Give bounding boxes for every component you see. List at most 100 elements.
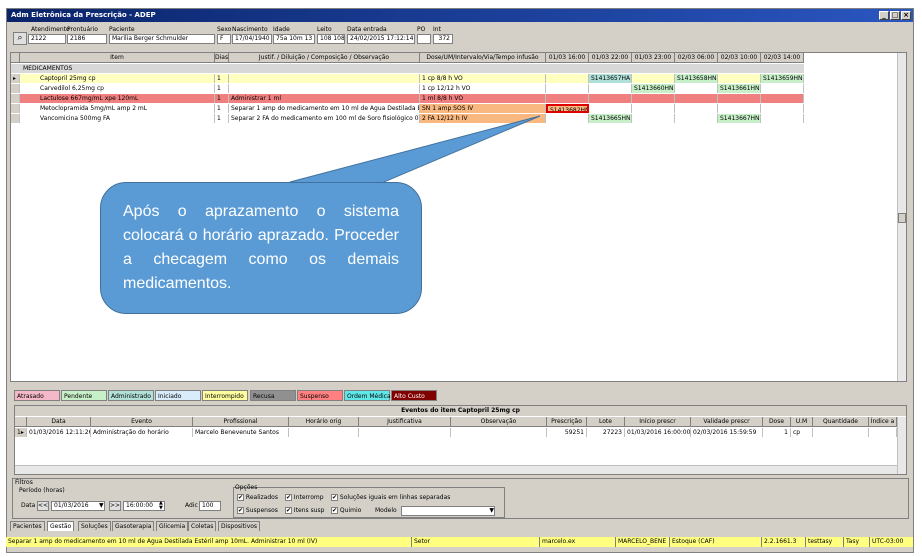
cell-h5[interactable] (718, 74, 761, 83)
data-entrada-field[interactable]: 24/02/2015 17:12:14 (347, 34, 415, 44)
scroll-thumb[interactable] (898, 213, 906, 223)
cell-h4[interactable] (675, 104, 718, 113)
ev-col-observacao[interactable]: Observação (451, 417, 547, 427)
ev-col-quantidade[interactable]: Quantidade (813, 417, 869, 427)
close-button[interactable]: × (901, 11, 911, 20)
int-field[interactable]: 372 (433, 34, 453, 44)
cell-h5[interactable]: S1413667HN (718, 114, 761, 123)
checkbox-solucoes[interactable] (331, 493, 338, 502)
cell-h5[interactable] (718, 94, 761, 103)
tab-gestao[interactable]: Gestão (47, 521, 75, 531)
checkbox-itens-susp[interactable] (285, 506, 292, 515)
paciente-field[interactable]: Marilia Berger Schmulder (109, 34, 215, 44)
option-solucoes[interactable]: Soluções iguais em linhas separadas (331, 493, 450, 502)
ev-col-data[interactable]: Data (27, 417, 91, 427)
date-input[interactable]: 01/03/2016 (51, 501, 105, 511)
cell-h3[interactable] (632, 104, 675, 113)
cell-h2[interactable] (589, 94, 632, 103)
table-row[interactable]: Lactulose 667mg/mL xpe 120mL 1 Administr… (11, 94, 804, 103)
cell-h5[interactable] (718, 104, 761, 113)
col-h2[interactable]: 01/03 22:00 (589, 53, 632, 63)
prev-date-button[interactable]: << (37, 501, 49, 511)
row-selector[interactable] (11, 84, 20, 93)
cell-h6[interactable] (761, 84, 804, 93)
events-horizontal-scrollbar[interactable] (15, 465, 897, 474)
tab-pacientes[interactable]: Pacientes (10, 521, 45, 531)
col-item[interactable]: Item (20, 53, 215, 63)
atendimento-field[interactable]: 2122 (28, 34, 66, 44)
cell-h3[interactable] (632, 114, 675, 123)
tab-gasoterapia[interactable]: Gasoterapia (112, 521, 155, 531)
cell-h2[interactable]: S1413657HA (589, 74, 632, 83)
tab-coletas[interactable]: Coletas (188, 521, 217, 531)
row-selector[interactable] (11, 94, 20, 103)
col-h5[interactable]: 02/03 10:00 (718, 53, 761, 63)
ev-col-prescricao[interactable]: Prescrição (547, 417, 587, 427)
date-dropdown-icon[interactable]: ▼ (99, 502, 104, 509)
leito-field[interactable]: 108 108 (317, 34, 345, 44)
cell-h1[interactable] (546, 74, 589, 83)
cell-h2[interactable]: S1413665HN (589, 114, 632, 123)
maximize-button[interactable]: □ (890, 11, 900, 20)
idade-field[interactable]: 75a 10m 13 (273, 34, 315, 44)
tab-glicemia[interactable]: Glicemia (156, 521, 189, 531)
col-h3[interactable]: 01/03 23:00 (632, 53, 675, 63)
col-h4[interactable]: 02/03 06:00 (675, 53, 718, 63)
adic-input[interactable]: 100 (199, 501, 221, 511)
ev-col-evento[interactable]: Evento (91, 417, 193, 427)
row-selector[interactable] (11, 104, 20, 113)
event-row[interactable]: 1▸ 01/03/2016 12:11:26 Administração do … (15, 428, 897, 437)
option-interromp[interactable]: Interromp (285, 493, 324, 502)
table-row[interactable]: Metoclopramida 5mg/mL amp 2 mL 1 Separar… (11, 104, 804, 113)
col-justif[interactable]: Justif. / Diluição / Composição / Observ… (229, 53, 420, 63)
table-row[interactable]: Carvedilol 6,25mg cp 1 1 cp 12/12 h VO S… (11, 84, 804, 93)
grid-vertical-scrollbar[interactable] (897, 53, 906, 381)
ev-col-indice[interactable]: Índice a (869, 417, 897, 427)
prontuario-field[interactable]: 2186 (67, 34, 107, 44)
ev-col-lote[interactable]: Lote (587, 417, 625, 427)
option-itens-susp[interactable]: Itens susp (285, 506, 324, 515)
cell-h1[interactable] (546, 94, 589, 103)
sexo-field[interactable]: F (217, 34, 231, 44)
checkbox-interromp[interactable] (285, 493, 292, 502)
checkbox-quimio[interactable] (331, 506, 338, 515)
table-row[interactable]: Vancomicina 500mg FA 1 Separar 2 FA do m… (11, 114, 804, 123)
cell-h2[interactable] (589, 104, 632, 113)
cell-h6[interactable] (761, 114, 804, 123)
ev-col-validade[interactable]: Validade prescr (691, 417, 763, 427)
ev-col-inicio[interactable]: Início prescr (625, 417, 691, 427)
ev-col-justificativa[interactable]: Justificativa (359, 417, 451, 427)
cell-h6[interactable] (761, 94, 804, 103)
events-vertical-scrollbar[interactable] (897, 417, 906, 474)
cell-h3[interactable] (632, 74, 675, 83)
cell-h2[interactable] (589, 84, 632, 93)
next-date-button[interactable]: >> (109, 501, 121, 511)
checkbox-suspensos[interactable] (237, 506, 244, 515)
po-field[interactable] (417, 34, 431, 44)
cell-h4[interactable]: S1413658HN (675, 74, 718, 83)
ev-col-profissional[interactable]: Profissional (193, 417, 289, 427)
cell-h4[interactable] (675, 94, 718, 103)
col-h6[interactable]: 02/03 14:00 (761, 53, 804, 63)
event-row-indicator-icon[interactable]: 1▸ (15, 428, 27, 437)
checkbox-realizados[interactable] (237, 493, 244, 502)
cell-h6[interactable]: S1413659HN (761, 74, 804, 83)
modelo-dropdown-icon[interactable]: ▼ (489, 507, 494, 515)
table-row[interactable]: ▸ Captopril 25mg cp 1 1 cp 8/8 h VO S141… (11, 74, 804, 83)
tab-solucoes[interactable]: Soluções (78, 521, 111, 531)
cell-h3[interactable]: S1413660HN (632, 84, 675, 93)
col-dias[interactable]: Dias (215, 53, 229, 63)
cell-h4[interactable] (675, 114, 718, 123)
ev-col-dose[interactable]: Dose (763, 417, 791, 427)
time-spinner-icon[interactable]: ▲ ▼ (159, 501, 163, 511)
search-icon[interactable]: ⌕ (13, 32, 27, 45)
ev-col-horario[interactable]: Horário orig (289, 417, 359, 427)
tab-dispositivos[interactable]: Dispositivos (218, 521, 261, 531)
option-suspensos[interactable]: Suspensos (237, 506, 278, 515)
option-quimio[interactable]: Quimio (331, 506, 361, 515)
cell-h1[interactable] (546, 114, 589, 123)
col-dose[interactable]: Dose/UM/Intervalo/Via/Tempo infusão (420, 53, 546, 63)
cell-h4[interactable] (675, 84, 718, 93)
row-selector-icon[interactable]: ▸ (11, 74, 20, 83)
cell-h3[interactable] (632, 94, 675, 103)
